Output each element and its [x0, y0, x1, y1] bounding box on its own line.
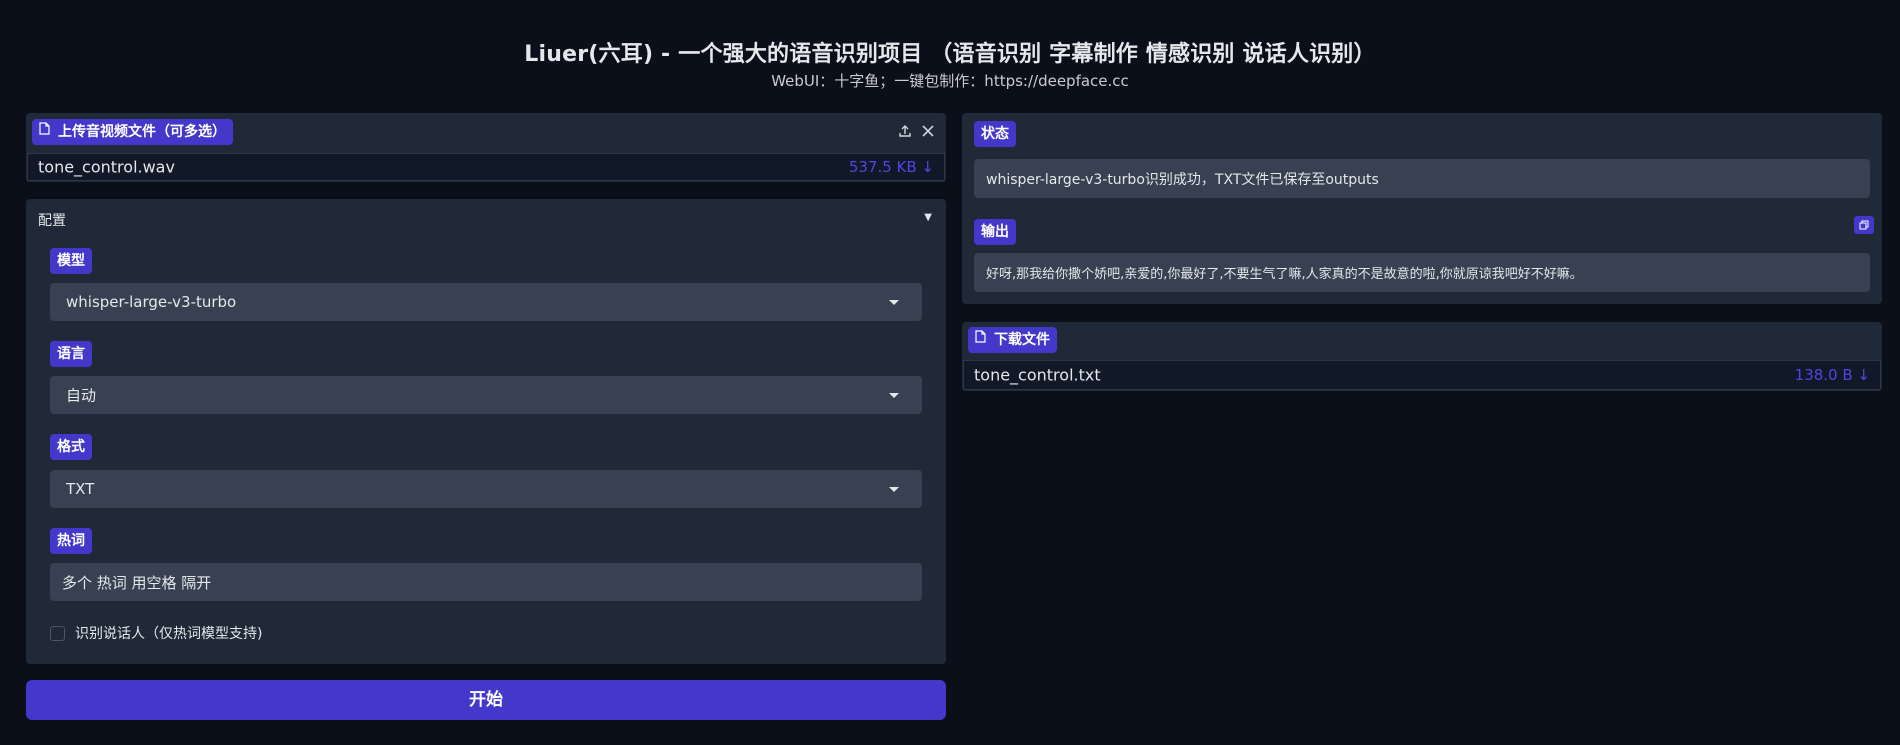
start-button[interactable]: 开始 — [26, 680, 946, 720]
output-label: 输出 — [974, 219, 1016, 245]
page-header: Liuer(六耳) - 一个强大的语音识别项目 （语音识别 字幕制作 情感识别 … — [0, 36, 1900, 91]
config-title: 配置 — [38, 213, 66, 229]
uploaded-file-download-link[interactable]: 537.5 KB ↓ — [849, 158, 934, 176]
chevron-down-icon — [889, 487, 899, 492]
result-panel: 状态 whisper-large-v3-turbo识别成功，TXT文件已保存至o… — [962, 113, 1882, 304]
hotwords-label: 热词 — [50, 528, 92, 554]
download-file-row: tone_control.txt 138.0 B ↓ — [963, 360, 1881, 390]
speaker-recognition-option[interactable]: 识别说话人（仅热词模型支持) — [50, 623, 262, 643]
close-icon[interactable] — [918, 121, 938, 141]
language-value: 自动 — [66, 386, 97, 405]
download-file-link[interactable]: 138.0 B ↓ — [1795, 366, 1870, 384]
config-accordion-header[interactable]: 配置 ▼ — [26, 199, 946, 239]
model-value: whisper-large-v3-turbo — [66, 293, 237, 311]
config-panel: 配置 ▼ 模型 whisper-large-v3-turbo 语言 自动 格式 … — [26, 199, 946, 664]
format-dropdown[interactable]: TXT — [50, 470, 922, 508]
format-value: TXT — [66, 480, 95, 498]
upload-label: 上传音视频文件（可多选） — [32, 119, 233, 145]
status-textbox[interactable]: whisper-large-v3-turbo识别成功，TXT文件已保存至outp… — [974, 159, 1870, 198]
output-textbox[interactable]: 好呀,那我给你撒个娇吧,亲爱的,你最好了,不要生气了嘛,人家真的不是故意的啦,你… — [974, 253, 1870, 292]
file-icon — [975, 326, 986, 352]
chevron-down-icon — [889, 393, 899, 398]
download-label-text: 下载文件 — [994, 332, 1050, 348]
model-label: 模型 — [50, 248, 92, 274]
download-file-name: tone_control.txt — [974, 365, 1101, 385]
copy-icon[interactable] — [1854, 216, 1874, 234]
download-panel: 下载文件 tone_control.txt 138.0 B ↓ — [962, 322, 1882, 391]
download-label: 下载文件 — [968, 327, 1057, 353]
upload-label-text: 上传音视频文件（可多选） — [58, 124, 226, 140]
chevron-down-icon — [889, 300, 899, 305]
status-label: 状态 — [974, 121, 1016, 147]
format-label: 格式 — [50, 434, 92, 460]
language-dropdown[interactable]: 自动 — [50, 376, 922, 414]
speaker-recognition-label: 识别说话人（仅热词模型支持) — [75, 626, 263, 642]
hotwords-input[interactable]: 多个 热词 用空格 隔开 — [50, 563, 922, 601]
speaker-recognition-checkbox[interactable] — [50, 625, 65, 641]
page-title: Liuer(六耳) - 一个强大的语音识别项目 （语音识别 字幕制作 情感识别 … — [524, 42, 1376, 67]
model-dropdown[interactable]: whisper-large-v3-turbo — [50, 283, 922, 321]
language-label: 语言 — [50, 341, 92, 367]
upload-panel: 上传音视频文件（可多选） tone_control.wav 537.5 KB ↓ — [26, 113, 946, 182]
file-icon — [39, 118, 50, 144]
uploaded-file-name: tone_control.wav — [38, 157, 175, 177]
page-subtitle: WebUI：十字鱼；一键包制作：https://deepface.cc — [771, 72, 1129, 90]
upload-icon[interactable] — [895, 121, 915, 141]
accordion-toggle-icon: ▼ — [924, 212, 932, 223]
uploaded-file-row: tone_control.wav 537.5 KB ↓ — [27, 153, 945, 181]
